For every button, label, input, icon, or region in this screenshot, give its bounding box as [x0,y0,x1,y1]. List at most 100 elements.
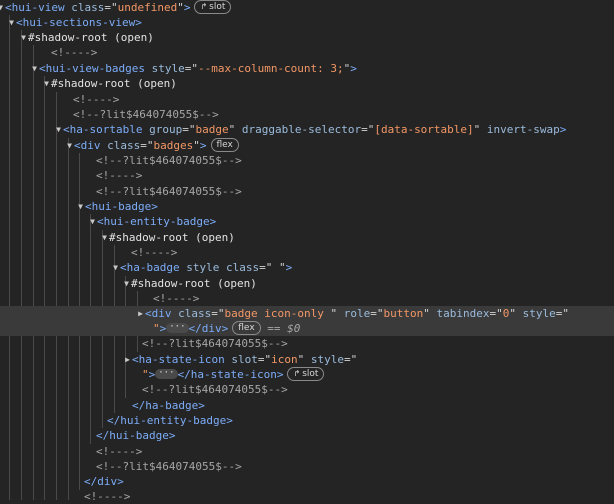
flex-badge[interactable]: flex [232,321,261,335]
dom-node-row[interactable]: ▼ #shadow-root (open) [0,276,614,291]
collapsed-children-ellipsis[interactable]: ··· [166,323,189,333]
node-token: > [350,62,357,75]
dom-node-row[interactable]: ▼ <hui-sections-view> [0,15,614,30]
disclosure-triangle-open-icon[interactable]: ▼ [7,15,16,30]
node-token: <!----> [96,445,143,458]
node-token: style [304,353,344,366]
dom-node-row[interactable]: ▼ <ha-badge style class=" "> [0,260,614,275]
node-token: class [171,307,212,320]
node-token: <hui-view-badges [39,62,145,75]
node-token: <!--?lit$464074055$--> [73,108,219,121]
badge-label: slot [302,369,319,379]
disclosure-triangle-closed-icon[interactable]: ▶ [123,352,132,367]
dom-node-row[interactable]: ▼ #shadow-root (open) [0,76,614,91]
node-token: <hui-view [5,1,65,14]
node-token: <!--?lit$464074055$--> [96,185,242,198]
dom-node-row[interactable]: </div> [0,474,614,489]
node-token: <!--?lit$464074055$--> [96,154,242,167]
dom-node-row[interactable]: <!--?lit$464074055$--> [0,459,614,474]
dom-node-row[interactable]: <!----> [0,291,614,306]
node-token: badges [153,139,194,152]
disclosure-triangle-open-icon[interactable]: ▼ [65,138,74,153]
node-token: <ha-state-icon [132,353,225,366]
node-token: <hui-entity-badge> [97,215,217,228]
dom-node-row[interactable]: ▶ <ha-state-icon slot="icon" style=" [0,352,614,367]
node-token: button [383,307,424,320]
dom-node-row[interactable]: ▼ #shadow-root (open) [0,230,614,245]
badge-label: flex [238,323,255,333]
node-token: " [142,368,149,381]
dom-node-row[interactable]: ▼ #shadow-root (open) [0,30,614,45]
node-token: </hui-badge> [96,429,176,442]
node-token: " [423,307,430,320]
node-token: style [515,307,556,320]
slot-badge[interactable]: ↱ slot [194,0,232,14]
node-token: <!--?lit$464074055$--> [142,383,288,396]
disclosure-triangle-open-icon[interactable]: ▼ [100,230,109,245]
dom-node-row[interactable]: <!----> [0,444,614,459]
dom-node-row[interactable]: "> ··· </ha-state-icon> ↱ slot [0,367,614,382]
disclosure-triangle-open-icon[interactable]: ▼ [54,122,63,137]
dom-node-row[interactable]: ▼ <div class="badges"> flex [0,138,614,153]
node-token: <!----> [84,490,131,503]
dom-node-row[interactable]: </hui-entity-badge> [0,413,614,428]
disclosure-triangle-open-icon[interactable]: ▼ [122,276,131,291]
dom-node-row[interactable]: "> ··· </div> flex == $0 [0,321,614,336]
node-token: " [509,307,516,320]
node-token: <!----> [73,93,120,106]
dom-node-row[interactable]: <!----> [0,92,614,107]
collapsed-children-ellipsis[interactable]: ··· [155,369,178,379]
dom-node-row[interactable]: ▼ <hui-badge> [0,199,614,214]
disclosure-triangle-open-icon[interactable]: ▼ [19,30,28,45]
dom-node-row[interactable]: <!--?lit$464074055$--> [0,184,614,199]
dom-node-row[interactable]: ▼ <ha-sortable group="badge" draggable-se… [0,122,614,137]
disclosure-triangle-open-icon[interactable]: ▼ [30,61,39,76]
node-token: tabindex [429,307,490,320]
slot-reveal-icon: ↱ [200,2,208,11]
badge-label: slot [209,2,226,12]
dom-node-row[interactable]: <!--?lit$464074055$--> [0,107,614,122]
node-token: > [159,322,167,335]
node-token: =" [489,307,503,320]
dom-node-row[interactable]: <!--?lit$464074055$--> [0,382,614,397]
node-token: #shadow-root (open) [51,77,177,90]
dom-node-row[interactable]: ▼ <hui-view-badges style="--max-column-co… [0,61,614,76]
dom-node-row[interactable]: ▶ <div class="badge icon-only " role="but… [0,306,614,321]
dom-node-row[interactable]: <!----> [0,489,614,504]
node-token: > [199,139,207,152]
node-token: </hui-entity-badge> [107,414,233,427]
node-token: > [183,1,191,14]
dom-node-row[interactable]: </hui-badge> [0,428,614,443]
dom-node-row[interactable]: <!--?lit$464074055$--> [0,153,614,168]
dom-node-row[interactable]: <!----> [0,245,614,260]
dom-node-row[interactable]: <!--?lit$464074055$--> [0,336,614,351]
dom-node-row[interactable]: <!----> [0,45,614,60]
node-token: </div> [188,322,229,335]
node-token: class [64,1,105,14]
node-token: #shadow-root (open) [28,31,154,44]
disclosure-triangle-closed-icon[interactable]: ▶ [136,306,145,321]
dom-node-row[interactable]: <!----> [0,168,614,183]
slot-reveal-icon: ↱ [293,369,301,378]
disclosure-triangle-open-icon[interactable]: ▼ [88,214,97,229]
node-token: > [559,123,567,136]
node-token: <!--?lit$464074055$--> [142,337,288,350]
dom-node-row[interactable]: </ha-badge> [0,398,614,413]
disclosure-triangle-open-icon[interactable]: ▼ [111,260,120,275]
node-token: invert-swap [480,123,560,136]
node-token: style [144,62,185,75]
node-token: class [219,261,260,274]
disclosure-triangle-open-icon[interactable]: ▼ [76,199,85,214]
node-token: <hui-badge> [85,200,158,213]
node-token: =" [104,1,118,14]
node-token: group [142,123,183,136]
disclosure-triangle-open-icon[interactable]: ▼ [42,76,51,91]
dom-node-row[interactable]: ▼ <hui-view class="undefined"> ↱ slot [0,0,614,15]
slot-badge[interactable]: ↱ slot [287,367,325,381]
flex-badge[interactable]: flex [210,138,239,152]
node-token: " [153,322,160,335]
dom-node-row[interactable]: ▼ <hui-entity-badge> [0,214,614,229]
node-token: <!----> [131,246,178,259]
node-token: --max-column-count: 3; [197,62,344,75]
node-token: <hui-sections-view> [16,16,142,29]
